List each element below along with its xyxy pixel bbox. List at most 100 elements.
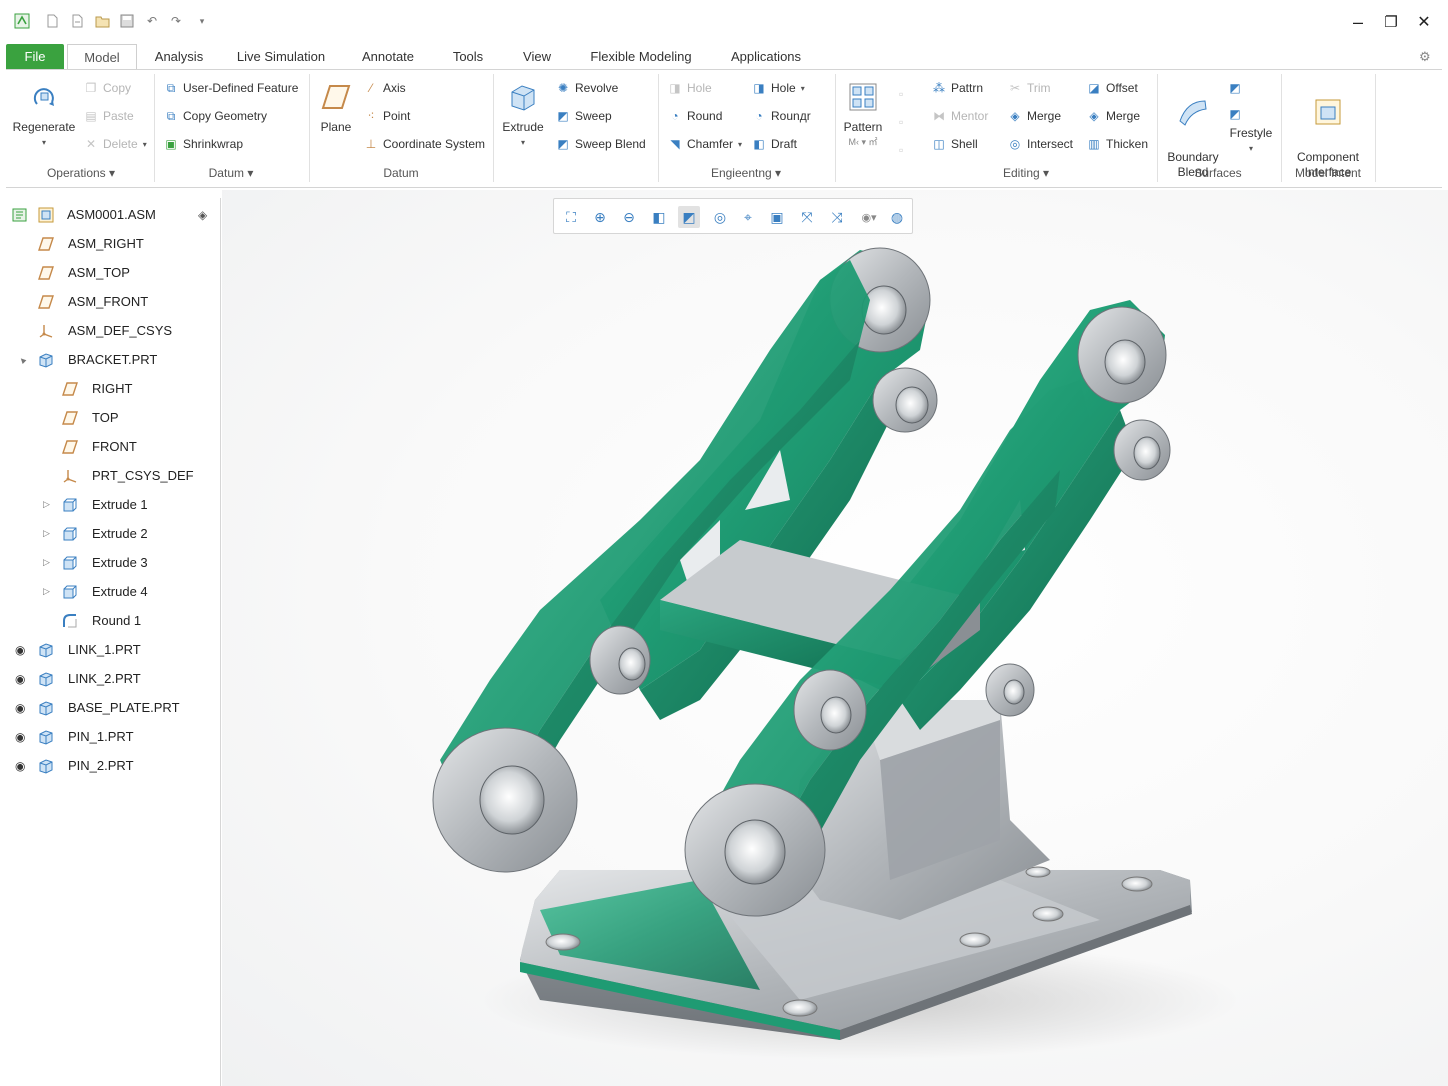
expand-arrow-icon[interactable]: ▷ — [43, 586, 50, 597]
extrude-button[interactable]: Extrude ▾ — [498, 80, 548, 150]
shading-icon[interactable]: ◩ — [678, 206, 700, 228]
regenerate-button[interactable]: Regenerate ▾ — [12, 80, 76, 150]
hole-button[interactable]: ◨ Hole — [668, 78, 711, 98]
tab-applications[interactable]: Applications — [722, 44, 810, 70]
pattern-edit-button[interactable]: ⁂ Pattrn — [932, 78, 983, 98]
tree-item[interactable]: RIGHT — [6, 374, 221, 403]
tree-item[interactable]: ▷ Extrude 1 — [6, 490, 221, 519]
paste-button[interactable]: ▤ Paste — [84, 106, 133, 126]
tree-settings-icon[interactable] — [12, 207, 28, 223]
copy-button[interactable]: ❐ Copy — [84, 78, 131, 98]
spin-center-icon[interactable]: ◉▾ — [856, 206, 882, 228]
customize-dropdown-icon[interactable]: ▾ — [194, 13, 210, 29]
repaint-icon[interactable]: ◧ — [648, 206, 670, 228]
boundary-blend-button[interactable]: Boundary Blend — [1162, 80, 1224, 180]
zoom-out-icon[interactable]: ⊖ — [618, 206, 640, 228]
annotation-display-icon[interactable]: ⤨ — [826, 206, 848, 228]
round-2-button[interactable]: ◔ Rounдr — [752, 106, 810, 126]
mirror-button[interactable]: ⧓ Mentor — [932, 106, 988, 126]
datum-group-label[interactable]: Datum — [366, 166, 436, 180]
expand-arrow-icon[interactable]: ▷ — [43, 528, 50, 539]
display-style-icon[interactable]: ▣ — [766, 206, 788, 228]
tab-live-simulation[interactable]: Live Simulation — [230, 44, 332, 70]
tree-item[interactable]: ASM_TOP — [6, 258, 221, 287]
tab-view[interactable]: View — [516, 44, 558, 70]
shrinkwrap-button[interactable]: ▣ Shrinkwrap — [164, 134, 243, 154]
tab-analysis[interactable]: Analysis — [148, 44, 210, 70]
component-interface-button[interactable]: Component Interface — [1286, 80, 1370, 180]
expand-arrow-icon[interactable]: ▷ — [43, 557, 50, 568]
visibility-eye-icon[interactable]: ◉ — [15, 643, 25, 657]
tree-item[interactable]: FRONT — [6, 432, 221, 461]
axis-button[interactable]: ⁄ Axis — [364, 78, 406, 98]
close-button[interactable]: ✕ — [1407, 6, 1441, 38]
tree-item[interactable]: ASM_RIGHT — [6, 229, 221, 258]
minimize-button[interactable]: – — [1341, 6, 1375, 38]
sweep-blend-button[interactable]: ◩ Sweep Blend — [556, 134, 645, 154]
expand-arrow-icon[interactable]: ▷ — [43, 499, 50, 510]
pattern-button[interactable]: Pattern M‹ ▾ ㎡ — [840, 80, 886, 150]
zoom-in-icon[interactable]: ⊕ — [589, 206, 611, 228]
new-file-icon[interactable] — [44, 13, 60, 29]
tab-flexible-modeling[interactable]: Flexible Modeling — [582, 44, 700, 70]
hole-dropdown-button[interactable]: ◨ Hole ▾ — [752, 78, 804, 98]
trim-button[interactable]: ✂ Trim — [1008, 78, 1051, 98]
tree-item[interactable]: ◉ BASE_PLATE.PRT — [6, 693, 221, 722]
bracket-assembly-model[interactable] — [222, 190, 1448, 1086]
tree-item[interactable]: ▲ BRACKET.PRT — [6, 345, 221, 374]
tree-item[interactable]: Round 1 — [6, 606, 221, 635]
locate-icon[interactable]: ◈ — [198, 208, 207, 222]
visibility-eye-icon[interactable]: ◉ — [15, 759, 25, 773]
collapse-arrow-icon[interactable]: ▲ — [16, 353, 29, 366]
surface-tool-1-button[interactable]: ◩ — [1228, 78, 1242, 98]
copy-geometry-button[interactable]: ⧉ Copy Geometry — [164, 106, 267, 126]
tree-item[interactable]: ▷ Extrude 2 — [6, 519, 221, 548]
tree-root[interactable]: ASM0001.ASM ◈ — [6, 200, 221, 229]
open-file-icon[interactable] — [69, 13, 85, 29]
get-data-group-label[interactable]: Datum ▾ — [196, 166, 266, 180]
appearance-icon[interactable]: ◍ — [886, 206, 908, 228]
operations-group-label[interactable]: Operations ▾ — [46, 166, 116, 180]
tree-item[interactable]: ◉ LINK_2.PRT — [6, 664, 221, 693]
thicken-button[interactable]: ▥ Thicken — [1087, 134, 1148, 154]
tree-item[interactable]: ASM_DEF_CSYS — [6, 316, 221, 345]
tree-item[interactable]: ASM_FRONT — [6, 287, 221, 316]
editing-group-label[interactable]: Editing ▾ — [991, 166, 1061, 180]
tab-model[interactable]: Model — [67, 44, 137, 70]
shell-button[interactable]: ◫ Shell — [932, 134, 977, 154]
draft-button[interactable]: ◧ Draft — [752, 134, 797, 154]
csys-button[interactable]: ⊥ Coordinate System — [364, 134, 485, 154]
view-manager-icon[interactable]: ⌖ — [737, 206, 759, 228]
tree-item[interactable]: TOP — [6, 403, 221, 432]
tree-item[interactable]: ◉ PIN_2.PRT — [6, 751, 221, 780]
visibility-eye-icon[interactable]: ◉ — [15, 730, 25, 744]
offset-button[interactable]: ◪ Offset — [1087, 78, 1137, 98]
tab-tools[interactable]: Tools — [447, 44, 489, 70]
revolve-button[interactable]: ✺ Revolve — [556, 78, 618, 98]
merge-button[interactable]: ◈ Merge — [1008, 106, 1061, 126]
chamfer-button[interactable]: ◥ Chamfer ▾ — [668, 134, 742, 154]
freestyle-button[interactable]: Frestyle ▾ — [1225, 126, 1277, 156]
save-icon[interactable] — [119, 13, 135, 29]
tab-file[interactable]: File — [6, 44, 64, 70]
visibility-eye-icon[interactable]: ◉ — [15, 672, 25, 686]
merge-2-button[interactable]: ◈ Merge — [1087, 106, 1140, 126]
saved-orientations-icon[interactable]: ◎ — [709, 206, 731, 228]
sweep-button[interactable]: ◩ Sweep — [556, 106, 611, 126]
round-button[interactable]: ◔ Round — [668, 106, 722, 126]
surface-tool-2-button[interactable]: ◩ — [1228, 104, 1242, 124]
tree-item[interactable]: ▷ Extrude 4 — [6, 577, 221, 606]
tree-item[interactable]: ◉ LINK_1.PRT — [6, 635, 221, 664]
tree-item[interactable]: ▷ Extrude 3 — [6, 548, 221, 577]
delete-button[interactable]: ✕ Delete ▾ — [84, 134, 147, 154]
plane-button[interactable]: Plane — [314, 80, 358, 135]
tree-item[interactable]: PRT_CSYS_DEF — [6, 461, 221, 490]
tree-item[interactable]: ◉ PIN_1.PRT — [6, 722, 221, 751]
settings-icon[interactable]: ⚙ — [1419, 49, 1431, 65]
redo-icon[interactable]: ↷ — [168, 13, 184, 29]
tab-annotate[interactable]: Annotate — [354, 44, 422, 70]
restore-button[interactable]: ❐ — [1374, 6, 1408, 38]
udf-button[interactable]: ⧉ User-Defined Feature — [164, 78, 299, 98]
refit-icon[interactable]: ⛶ — [560, 206, 582, 228]
datum-display-icon[interactable]: ⤧ — [796, 206, 818, 228]
